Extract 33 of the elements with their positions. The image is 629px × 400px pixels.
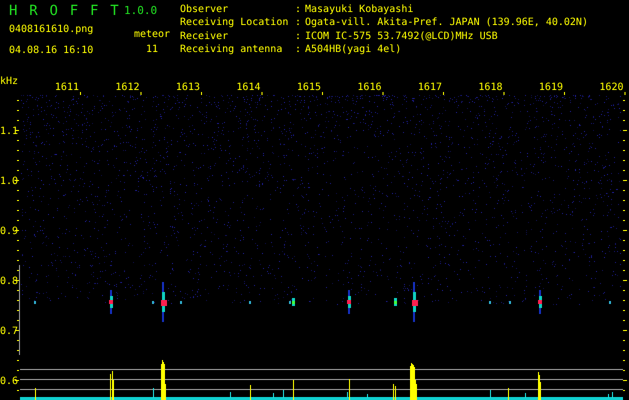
file-name: 0408161610.png: [9, 24, 94, 36]
x-tick-label: 1617: [418, 82, 442, 93]
x-tick-label: 1613: [176, 82, 200, 93]
info-label: Receiving antenna: [180, 43, 284, 57]
timestamp: 04.08.16 16:10: [9, 45, 94, 57]
x-tick-label: 1620: [599, 82, 624, 93]
y-tick-label: 0.7: [0, 326, 18, 337]
y-tick-label: 1.1: [0, 126, 18, 137]
app-version: 1.0.0: [124, 3, 158, 19]
axis-unit-label: kHz: [0, 76, 18, 87]
x-tick-label: 1614: [236, 82, 260, 93]
info-label: Receiving Location: [180, 16, 290, 30]
y-tick-label: 0.6: [0, 376, 18, 387]
x-tick-label: 1619: [538, 82, 563, 93]
y-tick-label: 0.8: [0, 276, 18, 287]
info-value: Masayuki Kobayashi: [305, 3, 414, 16]
info-separator: :: [295, 3, 302, 16]
info-separator: :: [295, 43, 302, 57]
info-separator: :: [295, 30, 302, 44]
x-tick-label: 1612: [115, 82, 140, 93]
info-label: Receiver: [180, 30, 230, 44]
x-tick-label: 1618: [478, 82, 502, 93]
app-title: H R O F F T: [9, 3, 120, 21]
meteor-count: 11: [146, 44, 158, 56]
info-value: Ogata-vill. Akita-Pref. JAPAN (139.96E, 40.02N): [305, 16, 588, 30]
info-value: A504HB(yagi 4el): [305, 43, 402, 57]
info-value: ICOM IC-575 53.7492(@LCD)MHz USB: [305, 30, 499, 44]
info-label: Observer: [180, 3, 230, 16]
x-tick-label: 1611: [54, 82, 79, 93]
info-separator: :: [295, 16, 302, 30]
x-tick-label: 1616: [357, 82, 382, 93]
meteor-label: meteor: [134, 29, 170, 41]
x-tick-label: 1615: [296, 82, 321, 93]
